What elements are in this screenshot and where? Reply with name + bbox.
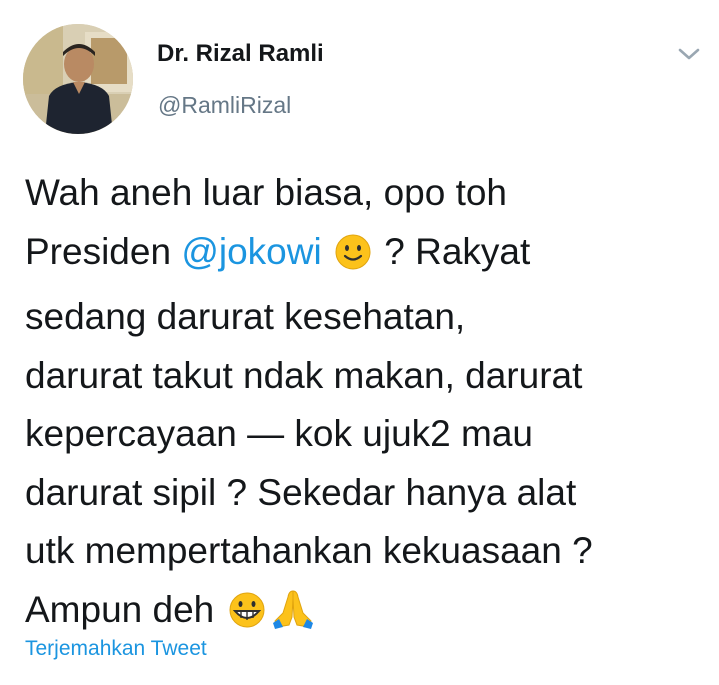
chevron-down-icon[interactable] xyxy=(676,44,702,64)
tweet-text-segment: Ampun deh xyxy=(25,588,215,630)
folded-hands-emoji-icon xyxy=(271,587,315,647)
tweet-text-line: sedang darurat kesehatan, xyxy=(25,296,466,337)
tweet-text-line: utk mempertahankan kekuasaan ? xyxy=(25,530,593,571)
display-name[interactable]: Dr. Rizal Ramli xyxy=(157,40,324,68)
avatar[interactable] xyxy=(23,24,133,134)
grinning-face-emoji-icon xyxy=(227,588,267,647)
tweet-text-line: Wah aneh luar biasa, opo toh xyxy=(25,172,508,213)
tweet-card: Dr. Rizal Ramli @RamliRizal Wah aneh lua… xyxy=(0,0,719,685)
profile-photo-image xyxy=(23,24,133,134)
tweet-text-segment: ? Rakyat xyxy=(384,230,531,272)
mention-link[interactable]: @jokowi xyxy=(181,231,321,272)
tweet-text-line: darurat takut ndak makan, darurat xyxy=(25,354,583,396)
tweet-text-line: kepercayaan — kok ujuk2 mau xyxy=(25,413,533,454)
slightly-smiling-face-emoji-icon xyxy=(334,230,372,289)
tweet-text-segment: Presiden xyxy=(25,230,182,272)
user-handle[interactable]: @RamliRizal xyxy=(158,92,291,119)
translate-tweet-link[interactable]: Terjemahkan Tweet xyxy=(25,637,207,661)
tweet-text-line: Presiden @jokowi ? Rakyat xyxy=(25,223,711,289)
tweet-text: Wah aneh luar biasa, opo toh Presiden @j… xyxy=(25,164,711,646)
tweet-text-line: darurat sipil ? Sekedar hanya alat xyxy=(25,471,577,513)
